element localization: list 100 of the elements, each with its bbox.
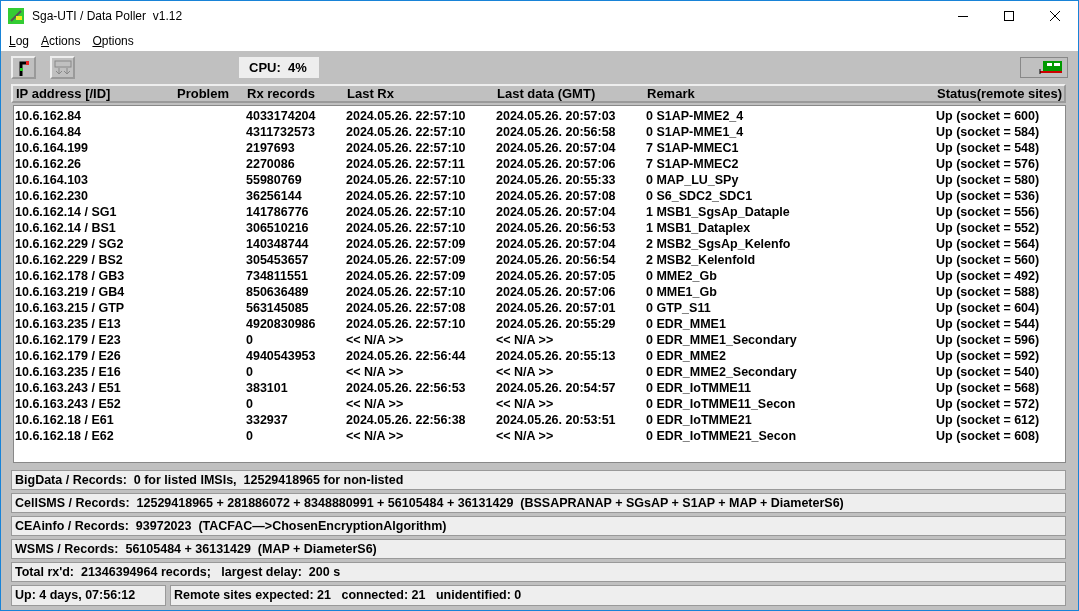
table-cell-text: 2024.05.26. 22:57:11: [346, 156, 466, 172]
table-cell-text: 2024.05.26. 20:57:04: [496, 236, 617, 252]
sites-status: Remote sites expected: 21 connected: 21 unidentified: 0: [170, 585, 1066, 606]
table-cell-text: 2024.05.26. 22:57:10: [346, 108, 467, 124]
auto-tool-button[interactable]: [50, 56, 75, 79]
table-cell-text: 0 EDR_MME1: [646, 316, 727, 332]
table-cell-text: 2024.05.26. 20:55:29: [496, 316, 617, 332]
table-cell-text: 10.6.163.235 / E13: [15, 316, 122, 332]
table-cell-text: 2024.05.26. 20:57:01: [496, 300, 617, 316]
table-cell-text: Up (socket = 600): [936, 108, 1041, 124]
table-cell-text: 2024.05.26. 22:57:10: [346, 284, 467, 300]
table-cell-text: 2024.05.26. 20:57:04: [496, 204, 617, 220]
table-cell-text: 2024.05.26. 20:56:53: [496, 220, 617, 236]
table-cell-text: 2024.05.26. 22:57:09: [346, 252, 467, 268]
table-cell-text: 2024.05.26. 20:56:58: [496, 124, 617, 140]
table-cell-text: 2 MSB2_SgsAp_Kelenfo: [646, 236, 792, 252]
table-cell-text: 0 EDR_MME2: [646, 348, 727, 364]
table-cell-text: 0 EDR_MME2_Secondary: [646, 364, 798, 380]
table-cell-text: 2024.05.26. 22:57:09: [346, 268, 467, 284]
table-cell-text: Up (socket = 552): [936, 220, 1041, 236]
table-cell-text: 0 S1AP-MME2_4: [646, 108, 745, 124]
table-cell-text: 4311732573: [246, 124, 316, 140]
table-cell-text: 2024.05.26. 22:57:10: [346, 204, 467, 220]
column-header[interactable]: Rx records: [244, 86, 344, 101]
table-cell-text: << N/A >>: [496, 332, 555, 348]
table-cell-text: << N/A >>: [346, 428, 405, 444]
table-cell-text: Up (socket = 564): [936, 236, 1041, 252]
table-cell-text: 2024.05.26. 22:57:08: [346, 300, 467, 316]
table-cell-text: 10.6.162.84: [15, 108, 83, 124]
table-cell-text: 1 MSB1_Dataplex: [646, 220, 752, 236]
table-cell-text: 2024.05.26. 22:57:10: [346, 316, 467, 332]
table-cell-text: Up (socket = 492): [936, 268, 1041, 284]
table-cell-text: Up (socket = 604): [936, 300, 1041, 316]
table-cell-text: Up (socket = 548): [936, 140, 1041, 156]
table-cell-text: << N/A >>: [496, 364, 555, 380]
table-cell-text: 2024.05.26. 20:56:54: [496, 252, 617, 268]
table-cell-text: << N/A >>: [496, 428, 555, 444]
table-cell-text: Up (socket = 544): [936, 316, 1041, 332]
table-cell-text: 0 S1AP-MME1_4: [646, 124, 745, 140]
app-icon: [8, 8, 24, 24]
table-cell-text: 2024.05.26. 20:57:04: [496, 140, 617, 156]
table-cell-text: 0 MAP_LU_SPy: [646, 172, 740, 188]
table-cell-text: 0 EDR_IoTMME21: [646, 412, 753, 428]
table-cell-text: Up (socket = 584): [936, 124, 1041, 140]
table-cell-text: 4920830986: [246, 316, 317, 332]
column-header[interactable]: IP address [/ID]: [13, 86, 174, 101]
maximize-icon: [1004, 11, 1014, 21]
table-cell-text: 306510216: [246, 220, 310, 236]
table-cell-text: 2024.05.26. 22:57:10: [346, 172, 467, 188]
column-header[interactable]: Last Rx: [344, 86, 494, 101]
column-header[interactable]: Problem: [174, 86, 244, 101]
table-cell-text: 10.6.163.219 / GB4: [15, 284, 126, 300]
table-cell-text: Up (socket = 560): [936, 252, 1041, 268]
table-cell-text: Up (socket = 572): [936, 396, 1041, 412]
table-cell-text: 10.6.162.178 / GB3: [15, 268, 126, 284]
menu-item[interactable]: Log: [3, 34, 36, 48]
table-cell-text: 140348744: [246, 236, 310, 252]
table-cell-text: 10.6.163.243 / E51: [15, 380, 122, 396]
table-cell-text: 0: [246, 364, 254, 380]
table-cell-text: Up (socket = 536): [936, 188, 1041, 204]
table-cell-text: 2197693: [246, 140, 296, 156]
table-cell-text: 2024.05.26. 20:57:05: [496, 268, 617, 284]
table-cell-text: 7 S1AP-MMEC1: [646, 140, 740, 156]
table-cell-text: Up (socket = 588): [936, 284, 1041, 300]
table-cell-text: Up (socket = 608): [936, 428, 1041, 444]
table-cell-text: << N/A >>: [346, 332, 405, 348]
table-cell-text: 305453657: [246, 252, 310, 268]
table-cell-text: << N/A >>: [346, 364, 405, 380]
table-cell-text: 10.6.162.229 / SG2: [15, 236, 125, 252]
table-cell-text: 10.6.163.235 / E16: [15, 364, 122, 380]
column-header[interactable]: Remark: [644, 86, 934, 101]
uptime-status: Up: 4 days, 07:56:12: [11, 585, 166, 606]
table-cell-text: Up (socket = 592): [936, 348, 1041, 364]
table-cell-text: 2024.05.26. 22:56:53: [346, 380, 467, 396]
table-cell-text: 2024.05.26. 20:57:06: [496, 284, 617, 300]
table-cell-text: 2270086: [246, 156, 296, 172]
table-cell-text: 383101: [246, 380, 289, 396]
signal-tool-button[interactable]: [11, 56, 36, 79]
table-cell-text: 10.6.162.18 / E61: [15, 412, 115, 428]
table-cell-text: Up (socket = 596): [936, 332, 1041, 348]
menu-item[interactable]: Options: [86, 34, 140, 48]
table-cell-text: 734811551: [246, 268, 309, 284]
close-icon: [1050, 11, 1060, 21]
table-cell-text: 0: [246, 428, 254, 444]
table-cell-text: 2024.05.26. 20:54:57: [496, 380, 617, 396]
table-cell-text: 2024.05.26. 22:57:10: [346, 188, 467, 204]
table-cell-text: 10.6.164.103: [15, 172, 89, 188]
table-cell-text: Up (socket = 612): [936, 412, 1041, 428]
table-cell-text: 2024.05.26. 22:57:10: [346, 140, 467, 156]
table-cell-text: 332937: [246, 412, 289, 428]
column-header[interactable]: Status(remote sites): [934, 86, 1065, 101]
menu-item[interactable]: Actions: [35, 34, 87, 48]
table-cell-text: 0 EDR_IoTMME21_Secon: [646, 428, 798, 444]
table-cell-text: 0 MME1_Gb: [646, 284, 718, 300]
table-cell-text: 0 GTP_S11: [646, 300, 712, 316]
column-header[interactable]: Last data (GMT): [494, 86, 644, 101]
table-cell-text: 4033174204: [246, 108, 317, 124]
table-cell-text: 10.6.162.14 / BS1: [15, 220, 117, 236]
table-cell-text: Up (socket = 568): [936, 380, 1041, 396]
table-cell-text: 36256144: [246, 188, 303, 204]
